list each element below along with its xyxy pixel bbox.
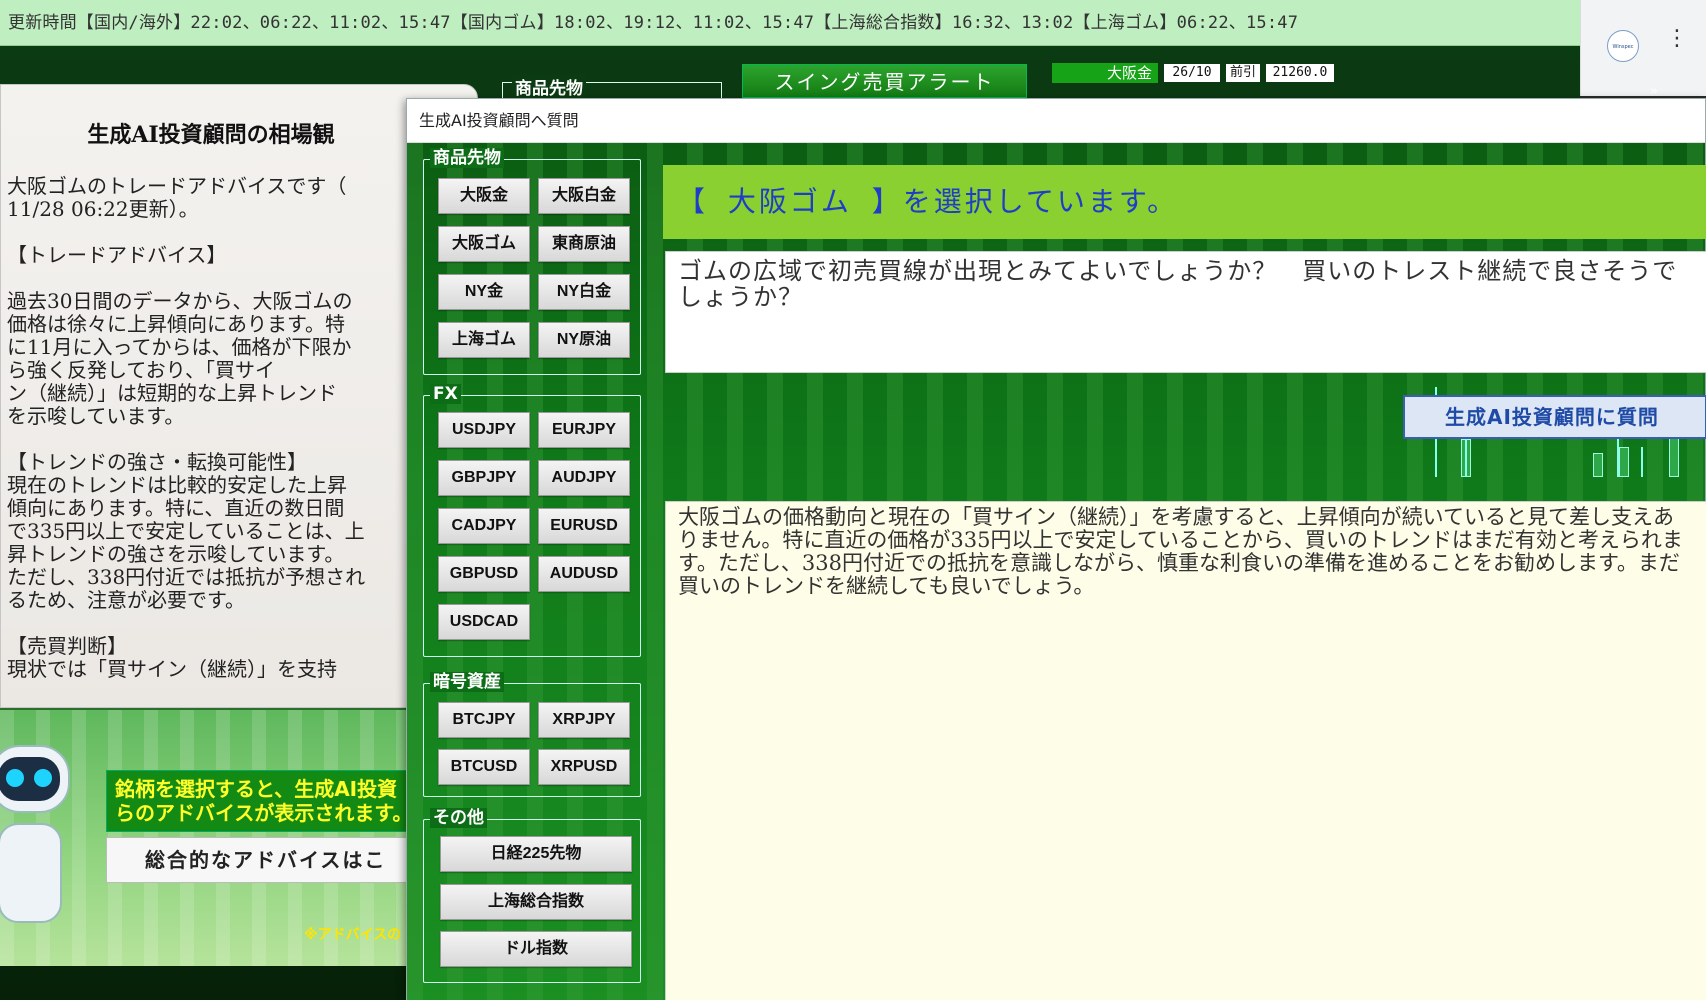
ai-answer-output: 大阪ゴムの価格動向と現在の「買サイン（継続）」を考慮すると、上昇傾向が続いている… xyxy=(665,501,1706,1000)
ask-ai-advisor-button[interactable]: 生成AI投資顧問に質問 xyxy=(1403,395,1706,439)
question-input[interactable]: ゴムの広域で初売買線が出現とみてよいでしょうか？ 買いのトレスト継続で良さそうで… xyxy=(665,251,1706,373)
quote-contract: 26/10 xyxy=(1164,64,1220,82)
group-other: その他 日経225先物 上海総合指数 ドル指数 xyxy=(423,808,641,983)
dialog-title: 生成AI投資顧問へ質問 xyxy=(407,99,1705,143)
group-commodities: 商品先物 大阪金 大阪白金 大阪ゴム 東商原油 NY金 NY白金 上海ゴム NY… xyxy=(423,148,641,375)
browser-menu-icon[interactable]: ⋮ xyxy=(1666,28,1688,50)
advice-note: ※アドバイスの xyxy=(304,927,402,943)
btn-audjpy[interactable]: AUDJPY xyxy=(538,460,630,496)
btn-xrpjpy[interactable]: XRPJPY xyxy=(538,702,630,738)
btn-osaka-gold[interactable]: 大阪金 xyxy=(438,178,530,214)
group-fx-legend: FX xyxy=(430,384,461,404)
robot-mascot-icon xyxy=(0,745,80,955)
btn-eurusd[interactable]: EURUSD xyxy=(538,508,630,544)
btn-osaka-platinum[interactable]: 大阪白金 xyxy=(538,178,630,214)
btn-shanghai-composite[interactable]: 上海総合指数 xyxy=(440,884,632,920)
selected-instrument-header: 【 大阪ゴム 】を選択しています。 xyxy=(663,165,1706,239)
question-dialog: 生成AI投資顧問へ質問 商品先物 大阪金 大阪白金 大阪ゴム 東商原油 NY金 … xyxy=(406,98,1706,1000)
btn-ny-crude[interactable]: NY原油 xyxy=(538,322,630,358)
quote-session: 前引 xyxy=(1226,64,1260,82)
btn-gbpusd[interactable]: GBPUSD xyxy=(438,556,530,592)
btn-osaka-rubber[interactable]: 大阪ゴム xyxy=(438,226,530,262)
btn-gbpjpy[interactable]: GBPJPY xyxy=(438,460,530,496)
btn-eurjpy[interactable]: EURJPY xyxy=(538,412,630,448)
quote-price: 21260.0 xyxy=(1266,64,1334,82)
group-commodities-legend: 商品先物 xyxy=(430,148,504,168)
quote-label: 大阪金 xyxy=(1052,63,1158,83)
btn-shanghai-rubber[interactable]: 上海ゴム xyxy=(438,322,530,358)
group-other-legend: その他 xyxy=(430,808,487,828)
bg-commodity-legend: 商品先物 xyxy=(512,74,586,99)
group-crypto-legend: 暗号資産 xyxy=(430,672,504,692)
update-time-ticker: 更新時間【国内/海外】22:02、06:22、11:02、15:47【国内ゴム】… xyxy=(0,0,1580,46)
btn-btcusd[interactable]: BTCUSD xyxy=(438,749,530,785)
btn-usdjpy[interactable]: USDJPY xyxy=(438,412,530,448)
btn-nikkei225-futures[interactable]: 日経225先物 xyxy=(440,836,632,872)
btn-btcjpy[interactable]: BTCJPY xyxy=(438,702,530,738)
btn-usdcad[interactable]: USDCAD xyxy=(438,604,530,640)
btn-tocom-crude[interactable]: 東商原油 xyxy=(538,226,630,262)
dialog-body: 商品先物 大阪金 大阪白金 大阪ゴム 東商原油 NY金 NY白金 上海ゴム NY… xyxy=(407,143,1706,1000)
btn-cadjpy[interactable]: CADJPY xyxy=(438,508,530,544)
btn-audusd[interactable]: AUDUSD xyxy=(538,556,630,592)
group-fx: FX USDJPY EURJPY GBPJPY AUDJPY CADJPY EU… xyxy=(423,384,641,657)
advice-body: 大阪ゴムのトレードアドバイスです（ 11/28 06:22更新）。 【トレードア… xyxy=(7,174,366,681)
btn-ny-platinum[interactable]: NY白金 xyxy=(538,274,630,310)
overflow-chevron-icon[interactable]: » xyxy=(1650,84,1658,99)
swing-alert-button[interactable]: スイング売買アラート xyxy=(742,64,1027,98)
extension-icon[interactable]: Winspec xyxy=(1607,30,1639,62)
btn-xrpusd[interactable]: XRPUSD xyxy=(538,749,630,785)
btn-ny-gold[interactable]: NY金 xyxy=(438,274,530,310)
instrument-selector: 商品先物 大阪金 大阪白金 大阪ゴム 東商原油 NY金 NY白金 上海ゴム NY… xyxy=(423,148,641,999)
btn-dollar-index[interactable]: ドル指数 xyxy=(440,931,632,967)
group-crypto: 暗号資産 BTCJPY XRPJPY BTCUSD XRPUSD xyxy=(423,672,641,797)
advice-title: 生成AI投資顧問の相場観 xyxy=(87,122,335,148)
